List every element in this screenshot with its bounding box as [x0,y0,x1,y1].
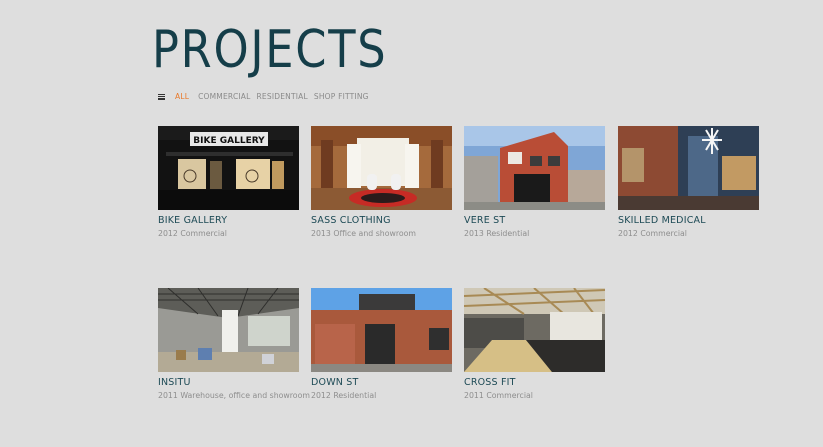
project-card-bike-gallery[interactable]: BIKE GALLERY BIKE GALLERY 2012 Commercia… [158,126,300,238]
project-card-vere-st[interactable]: VERE ST 2013 Residential [464,126,606,238]
project-title[interactable]: SKILLED MEDICAL [618,215,760,226]
project-thumbnail[interactable] [311,126,452,210]
filter-all[interactable]: ALL [175,92,189,101]
filter-residential[interactable]: RESIDENTIAL [257,92,308,101]
project-title[interactable]: DOWN ST [311,377,453,388]
project-meta: 2013 Office and showroom [311,229,417,238]
project-thumbnail[interactable] [158,288,299,372]
project-card-sass-clothing[interactable]: SASS CLOTHING 2013 Office and showroom [311,126,453,238]
shop-sign-text: BIKE GALLERY [193,136,265,146]
project-meta: 2012 Commercial [618,229,687,238]
filter-bar: ALL COMMERCIAL RESIDENTIAL SHOP FITTING [158,92,375,101]
project-meta: 2012 Commercial [158,229,227,238]
project-card-skilled-medical[interactable]: SKILLED MEDICAL 2012 Commercial [618,126,760,238]
project-thumbnail[interactable]: BIKE GALLERY [158,126,299,210]
project-meta: 2011 Commercial [464,391,533,400]
project-meta: 2011 Warehouse, office and showroom [158,391,310,400]
filter-shop-fitting[interactable]: SHOP FITTING [314,92,369,101]
project-meta: 2013 Residential [464,229,530,238]
project-card-insitu[interactable]: INSITU 2011 Warehouse, office and showro… [158,288,310,400]
project-thumbnail[interactable] [464,126,605,210]
project-meta: 2012 Residential [311,391,377,400]
project-card-cross-fit[interactable]: CROSS FIT 2011 Commercial [464,288,606,400]
project-title[interactable]: CROSS FIT [464,377,606,388]
project-thumbnail[interactable] [618,126,759,210]
filter-commercial[interactable]: COMMERCIAL [198,92,250,101]
project-title[interactable]: SASS CLOTHING [311,215,453,226]
project-title[interactable]: INSITU [158,377,300,388]
project-thumbnail[interactable] [311,288,452,372]
project-card-down-st[interactable]: DOWN ST 2012 Residential [311,288,453,400]
project-thumbnail[interactable] [464,288,605,372]
menu-icon[interactable] [158,93,165,100]
page-title: PROJECTS [152,20,388,80]
project-title[interactable]: VERE ST [464,215,606,226]
project-title[interactable]: BIKE GALLERY [158,215,300,226]
